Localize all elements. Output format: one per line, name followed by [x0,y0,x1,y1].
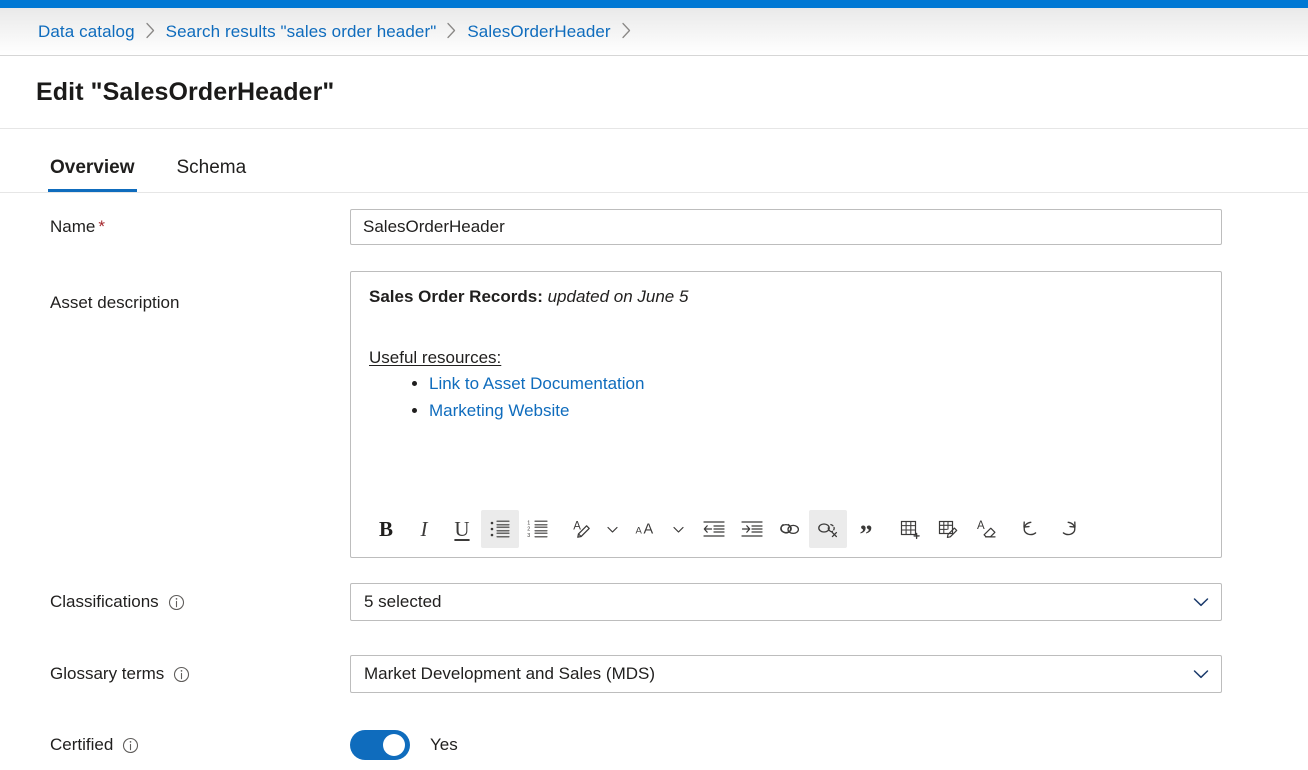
chevron-down-icon [667,510,689,548]
name-field-cell [350,209,1308,245]
certified-label-cell: Certified [0,735,350,755]
asset-description-field-cell: Sales Order Records: updated on June 5 U… [350,271,1308,558]
asset-description-label: Asset description [50,293,180,312]
bold-glyph: B [378,516,393,541]
italic-glyph: I [420,516,428,541]
italic-icon[interactable]: I [405,510,443,548]
svg-text:A: A [644,521,654,537]
chevron-down-icon [1191,656,1211,692]
glossary-terms-label: Glossary terms [50,664,165,683]
clear-formatting-icon[interactable]: A [967,510,1005,548]
certified-toggle[interactable] [350,730,410,760]
description-link-list: Link to Asset Documentation Marketing We… [369,372,1203,423]
decrease-indent-icon[interactable] [695,510,733,548]
name-label-cell: Name * [0,209,350,245]
list-item: Marketing Website [429,399,1203,424]
classifications-value: 5 selected [364,592,442,611]
form-row-name: Name * [0,193,1308,261]
toggle-knob [383,734,405,756]
undo-icon[interactable] [1011,510,1049,548]
font-color-icon[interactable]: A [563,510,623,548]
chevron-right-icon [145,22,156,39]
certified-toggle-wrap: Yes [350,730,1222,760]
tab-schema[interactable]: Schema [175,157,249,192]
rich-text-editor-body[interactable]: Sales Order Records: updated on June 5 U… [351,272,1221,501]
certified-field-cell: Yes [350,730,1308,760]
breadcrumb: Data catalog Search results "sales order… [0,8,1308,56]
breadcrumb-item-salesorderheader[interactable]: SalesOrderHeader [467,22,610,42]
description-link-asset-documentation[interactable]: Link to Asset Documentation [429,374,644,393]
description-link-marketing-website[interactable]: Marketing Website [429,401,569,420]
page-title: Edit "SalesOrderHeader" [36,77,335,106]
underline-glyph: U [454,516,470,541]
underline-icon[interactable]: U [443,510,481,548]
top-accent-bar [0,0,1308,8]
numbered-list-icon[interactable]: 1 2 3 [519,510,557,548]
description-heading-bold: Sales Order Records: [369,287,543,306]
svg-text:3: 3 [527,533,530,539]
glossary-terms-label-cell: Glossary terms [0,664,350,684]
form-row-certified: Certified Yes [0,720,1308,770]
form-row-asset-description: Asset description Sales Order Records: u… [0,271,1308,558]
classifications-select[interactable]: 5 selected [350,583,1222,621]
name-label: Name [50,217,96,236]
info-icon[interactable] [173,666,190,683]
classifications-field-cell: 5 selected [350,583,1308,621]
remove-link-icon[interactable] [809,510,847,548]
name-input[interactable] [350,209,1222,245]
bold-icon[interactable]: B [367,510,405,548]
form-row-glossary-terms: Glossary terms Market Development and Sa… [0,646,1308,702]
svg-text:A: A [636,525,643,536]
certified-state-label: Yes [430,735,458,754]
breadcrumb-item-search-results[interactable]: Search results "sales order header" [166,22,437,42]
classifications-label: Classifications [50,592,159,611]
font-color-glyph: A [563,510,601,548]
breadcrumb-item-data-catalog[interactable]: Data catalog [38,22,135,42]
blockquote-icon[interactable]: ” [847,510,885,548]
svg-text:A: A [573,520,581,532]
certified-label: Certified [50,735,114,754]
required-marker: * [98,217,105,236]
description-heading-italic: updated on June 5 [547,287,689,306]
page-title-bar: Edit "SalesOrderHeader" [0,56,1308,129]
chevron-down-icon [601,510,623,548]
insert-table-icon[interactable] [891,510,929,548]
list-item: Link to Asset Documentation [429,372,1203,397]
edit-asset-form: Name * Asset description Sales Order Rec… [0,193,1308,770]
glossary-terms-select[interactable]: Market Development and Sales (MDS) [350,655,1222,693]
svg-text:A: A [977,520,985,532]
rich-text-editor: Sales Order Records: updated on June 5 U… [350,271,1222,558]
increase-indent-icon[interactable] [733,510,771,548]
description-subheading: Useful resources: [369,347,502,367]
info-icon[interactable] [168,594,185,611]
edit-table-icon[interactable] [929,510,967,548]
info-icon[interactable] [122,737,139,754]
glossary-terms-value: Market Development and Sales (MDS) [364,664,656,683]
tab-overview[interactable]: Overview [48,157,137,192]
classifications-label-cell: Classifications [0,592,350,612]
form-row-classifications: Classifications 5 selected [0,574,1308,630]
description-heading: Sales Order Records: updated on June 5 [369,286,1203,309]
chevron-down-icon [1191,584,1211,620]
redo-icon[interactable] [1049,510,1087,548]
tab-list: Overview Schema [0,129,1308,193]
font-size-glyph: A A [629,510,667,548]
chevron-right-icon [621,22,632,39]
bulleted-list-icon[interactable] [481,510,519,548]
svg-text:2: 2 [527,527,530,533]
asset-description-label-cell: Asset description [0,271,350,313]
glossary-terms-field-cell: Market Development and Sales (MDS) [350,655,1308,693]
insert-link-icon[interactable] [771,510,809,548]
chevron-right-icon [446,22,457,39]
font-size-icon[interactable]: A A [629,510,689,548]
rich-text-toolbar: B I U 1 2 3 A A A ” A [351,501,1221,557]
